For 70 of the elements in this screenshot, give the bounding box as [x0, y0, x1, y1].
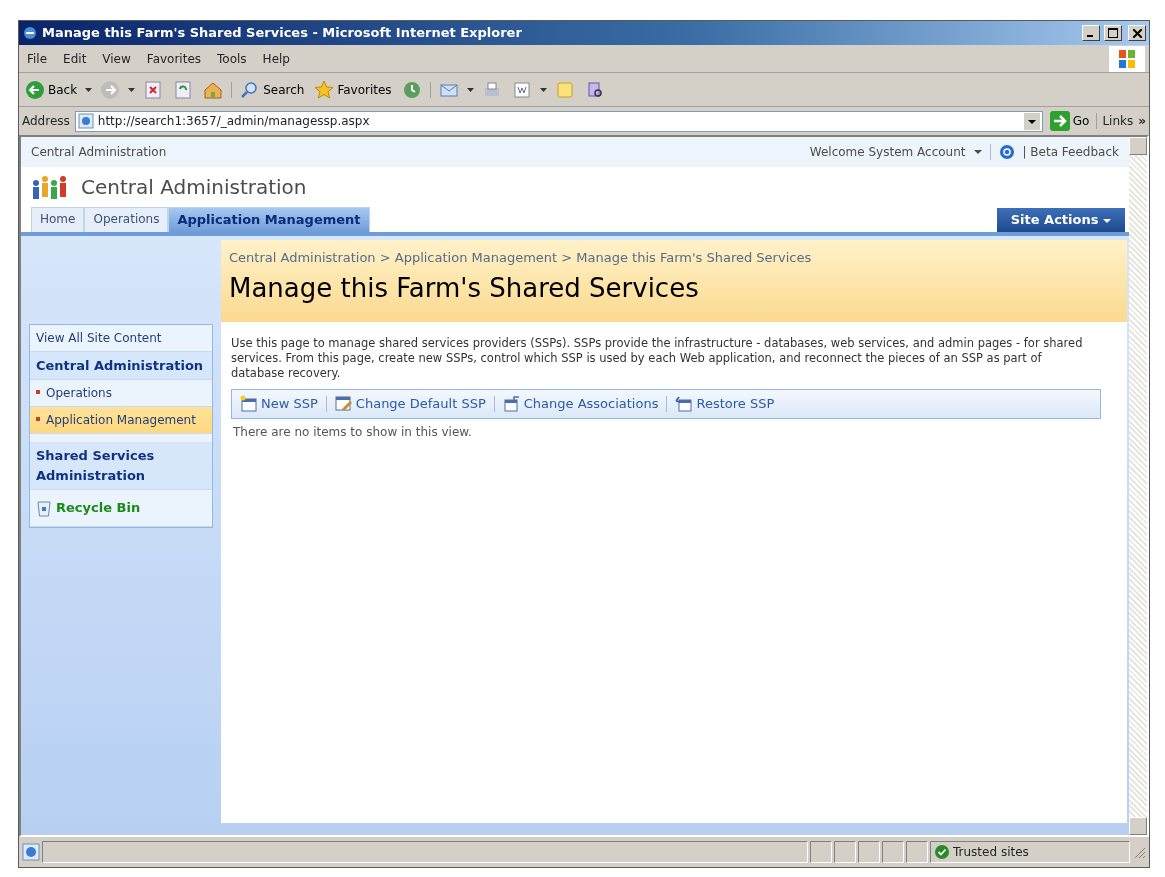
star-icon: [314, 79, 335, 100]
sidebar-link[interactable]: View All Site Content: [30, 324, 212, 352]
welcome-menu[interactable]: Welcome System Account: [809, 143, 966, 161]
nav-tab[interactable]: Application Management: [168, 207, 370, 232]
bin-icon: [36, 498, 52, 517]
beta-feedback-link[interactable]: | Beta Feedback: [1022, 143, 1119, 161]
status-panel: [810, 841, 832, 863]
browser-icon: [22, 25, 38, 41]
document-icon: [511, 79, 532, 100]
toolbar-action[interactable]: Change Associations: [502, 394, 659, 414]
resize-grip-icon[interactable]: [1132, 845, 1146, 859]
menu-item[interactable]: Favorites: [138, 49, 210, 68]
status-panel: [906, 841, 928, 863]
close-icon: [1132, 28, 1142, 38]
windows-logo-icon: [1109, 45, 1145, 72]
table-pencil-icon: [334, 394, 353, 413]
site-top-title: Central Administration: [31, 144, 167, 161]
dropdown-icon[interactable]: [1023, 112, 1040, 130]
window-title: Manage this Farm's Shared Services - Microsoft Internet Explorer: [42, 24, 523, 43]
page-title: Manage this Farm's Shared Services: [229, 272, 700, 305]
page-description: Use this page to manage shared services providers (SSPs). SSPs provide the infrastructure - databases, web services, and admin pages - for shared services. From this page, create new SSPs, control which SSP is used by each Web application, and reconnect the pieces of an SSP as part of database recovery.: [230, 335, 1084, 382]
search-button[interactable]: Search: [238, 79, 307, 100]
page-icon: [22, 843, 40, 861]
sidebar-heading[interactable]: Central Administration: [30, 351, 212, 380]
caret-icon: [1103, 217, 1111, 224]
check-icon: [935, 845, 949, 859]
refresh-icon: [173, 79, 194, 100]
site-title: Central Administration: [81, 174, 307, 201]
help-icon[interactable]: [998, 144, 1015, 160]
toolbar-action[interactable]: New SSP: [240, 394, 318, 414]
favorites-button[interactable]: Favorites: [312, 79, 394, 100]
menu-item[interactable]: Edit: [55, 49, 95, 68]
status-panel: [834, 841, 856, 863]
toolbar-action[interactable]: Restore SSP: [675, 394, 775, 414]
maximize-icon: [1108, 28, 1118, 38]
breadcrumb: Central Administration > Application Management > Manage this Farm's Shared Services: [229, 248, 813, 267]
maximize-button[interactable]: [1104, 25, 1122, 41]
toolbar-action[interactable]: Change Default SSP: [334, 394, 486, 414]
nav-tab[interactable]: Home: [31, 207, 85, 232]
zone-label: Trusted sites: [953, 844, 1029, 861]
go-button[interactable]: Go: [1047, 111, 1092, 131]
page-icon: [77, 113, 94, 129]
new-table-icon: [240, 394, 258, 413]
nav-tab[interactable]: Operations: [84, 207, 169, 232]
note-icon: [554, 79, 575, 100]
recycle-bin-link[interactable]: Recycle Bin: [30, 490, 212, 527]
close-button[interactable]: [1128, 25, 1146, 41]
sidebar-heading[interactable]: Shared Services Administration: [30, 442, 212, 490]
caret-icon[interactable]: [973, 149, 982, 155]
status-panel: [858, 841, 880, 863]
menu-item[interactable]: File: [19, 49, 56, 68]
more-chevron[interactable]: »: [1138, 112, 1146, 130]
table-arrow-icon: [502, 394, 521, 413]
clock-icon: [401, 79, 422, 100]
menu-item[interactable]: Tools: [209, 49, 255, 68]
table-arrow-icon: [675, 394, 694, 413]
arrow-icon: [1049, 111, 1070, 131]
status-panel: [882, 841, 904, 863]
menu-item[interactable]: Help: [254, 49, 298, 68]
empty-message: There are no items to show in this view.: [232, 423, 473, 441]
menu-item[interactable]: View: [94, 49, 139, 68]
address-label: Address: [22, 113, 70, 130]
back-button[interactable]: Back: [23, 79, 80, 100]
scrollbar[interactable]: [1129, 137, 1147, 835]
site-actions-menu[interactable]: Site Actions: [996, 208, 1125, 232]
address-field[interactable]: http://search1:3657/_admin/managessp.aspx: [74, 110, 1043, 132]
minimize-button[interactable]: [1082, 25, 1100, 41]
sidebar-item[interactable]: Application Management: [30, 407, 212, 434]
stop-icon: [143, 79, 164, 100]
links-label[interactable]: Links: [1102, 112, 1134, 130]
